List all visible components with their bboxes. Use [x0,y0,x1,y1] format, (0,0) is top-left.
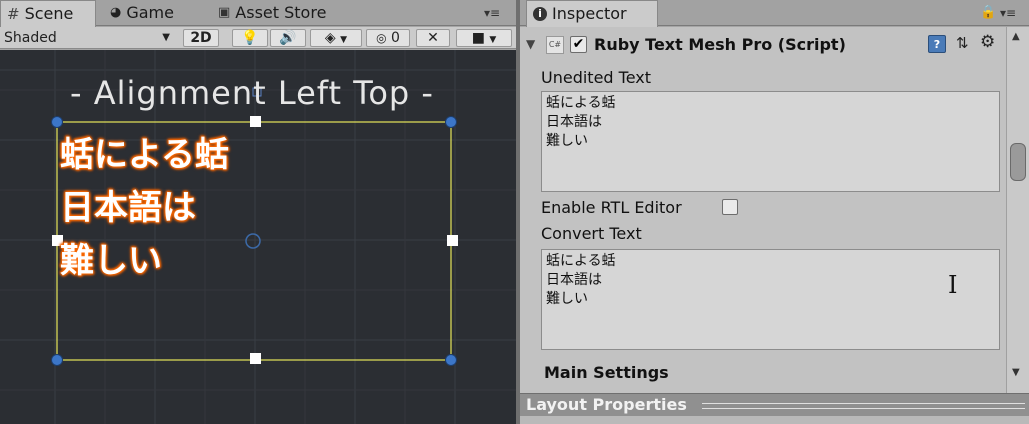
tab-asset-store[interactable]: ▣ Asset Store [212,0,342,26]
corner-handle-bl [51,354,63,366]
scene-tab-bar: # Scene ◕ Game ▣ Asset Store ▾≡ [0,0,516,27]
eye-hidden-icon: ◎ [376,31,387,45]
pivot-handle [245,233,261,249]
corner-handle-tl [51,116,63,128]
tab-inspector-label: Inspector [552,4,627,23]
main-settings-label: Main Settings [544,363,669,382]
chevron-down-icon: ▼ [162,32,170,43]
panel-menu-icon[interactable]: ▾≡ [1000,6,1016,20]
convert-text-label: Convert Text [541,224,642,243]
text-cursor-icon: I [948,271,958,299]
camera-icon: ■ [471,30,485,46]
lock-icon[interactable]: 🔒 [980,5,996,20]
scene-view[interactable]: - Alignment Left Top - 蛞による蛞 日本語は 難しい [0,50,516,424]
scroll-down-arrow-icon[interactable]: ▼ [1012,367,1020,378]
shading-mode-dropdown[interactable]: Shaded ▼ [4,27,172,49]
grid-icon: # [7,5,20,23]
edge-handle-right [447,235,458,246]
csharp-script-icon: C# [546,36,564,54]
tab-scene-label: Scene [24,4,74,23]
hidden-count: 0 [391,30,400,46]
scene-text-line-1: 蛞による蛞 [60,135,229,175]
edge-handle-bottom [250,353,261,364]
tab-scene[interactable]: # Scene [0,0,96,27]
tab-inspector[interactable]: i Inspector [526,0,658,27]
pacman-icon: ◕ [110,5,122,20]
inspector-scrollbar[interactable]: ▲ ▼ [1006,27,1029,393]
info-icon: i [533,7,547,21]
corner-handle-br [445,354,457,366]
layout-properties-label: Layout Properties [526,395,687,414]
scroll-thumb[interactable] [1010,143,1026,181]
tab-asset-store-label: Asset Store [235,3,327,22]
bottom-strip [520,416,1029,424]
edge-handle-top [250,116,261,127]
component-enabled-checkbox[interactable]: ✔ [570,36,587,53]
tab-game-label: Game [126,3,174,22]
speaker-icon: 🔊 [279,30,297,46]
scene-visibility-button[interactable]: ◎ 0 [366,29,410,47]
layout-properties-bar[interactable]: Layout Properties [520,393,1029,416]
help-book-icon[interactable]: ? [928,35,946,53]
scroll-up-arrow-icon[interactable]: ▲ [1012,31,1020,42]
audio-toggle-button[interactable]: 🔊 [270,29,306,47]
chevron-down-icon: ▼ [340,35,348,45]
effects-dropdown-button[interactable]: ◈ ▼ [310,29,362,47]
convert-text-field[interactable]: 蛞による蛞 日本語は 難しい [541,249,1000,350]
toggle-2d-button[interactable]: 2D [183,29,219,47]
inspector-body: ▼ C# ✔ Ruby Text Mesh Pro (Script) ? ⇅ ⚙… [520,27,1029,393]
corner-handle-tr [445,116,457,128]
enable-rtl-checkbox[interactable] [722,199,738,215]
gear-icon[interactable]: ⚙ [980,32,995,52]
camera-dropdown-button[interactable]: ■ ▼ [456,29,512,47]
inspector-tab-bar: i Inspector 🔒 ▾≡ [520,0,1029,27]
preset-icon[interactable]: ⇅ [956,34,969,52]
shop-icon: ▣ [218,5,231,20]
lighting-toggle-button[interactable]: 💡 [232,29,268,47]
component-name: Ruby Text Mesh Pro (Script) [594,35,846,54]
gizmo-tools-button[interactable]: ✕ [416,29,450,47]
section-divider-lines [702,403,1025,409]
scene-toolbar: Shaded ▼ 2D 💡 🔊 ◈ ▼ ◎ 0 ✕ ■ ▼ [0,27,516,49]
scene-text-line-3: 難しい [60,241,162,281]
unedited-text-field[interactable]: 蛞による蛞 日本語は 難しい [541,91,1000,192]
toggle-2d-label: 2D [190,30,212,46]
unedited-text-label: Unedited Text [541,68,652,87]
scene-title-text: - Alignment Left Top - [70,74,434,112]
foldout-arrow-icon[interactable]: ▼ [526,37,535,51]
chevron-down-icon: ▼ [489,35,497,45]
lightbulb-icon: 💡 [241,30,259,46]
tab-game[interactable]: ◕ Game [104,0,194,26]
component-header[interactable]: ▼ C# ✔ Ruby Text Mesh Pro (Script) ? ⇅ ⚙ [520,27,1006,61]
scene-text-line-2: 日本語は [60,188,196,228]
tools-icon: ✕ [427,30,439,46]
panel-menu-icon[interactable]: ▾≡ [484,6,500,20]
shading-mode-value: Shaded [4,30,57,46]
layers-icon: ◈ [324,30,336,46]
enable-rtl-label: Enable RTL Editor [541,198,682,217]
